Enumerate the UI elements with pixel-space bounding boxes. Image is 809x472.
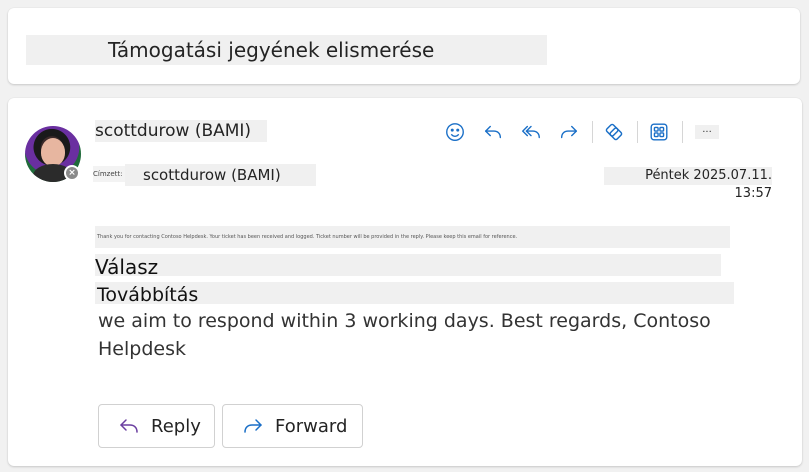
toolbar-divider [682,121,683,143]
apps-button[interactable] [644,118,674,146]
forward-heading: Továbbítás [95,282,734,306]
reply-button-label: Reply [151,415,201,437]
forward-icon [560,125,578,139]
to-label: Címzett: [93,166,125,182]
subject-card: Támogatási jegyének elismerése [8,8,800,84]
avatar-face [41,138,65,166]
message-date: Péntek 2025.07.11. 13:57 [604,167,772,201]
reply-button[interactable]: Reply [98,404,215,448]
reply-toolbar-button[interactable] [478,118,508,146]
recipient-name[interactable]: scottdurow (BAMI) [125,164,316,186]
reply-all-button[interactable] [516,118,546,146]
preheader-text: Thank you for contacting Contoso Helpdes… [97,234,518,240]
toolbar-divider [637,121,638,143]
toolbar-divider [592,121,593,143]
message-subject: Támogatási jegyének elismerése [26,35,547,65]
loop-button[interactable] [599,118,629,146]
emoji-reaction-button[interactable] [440,118,470,146]
reply-icon [120,419,138,433]
reply-all-icon [522,125,540,139]
message-card: × scottdurow (BAMI) ... Címzett: scottdu… [8,98,802,466]
forward-toolbar-button[interactable] [554,118,584,146]
sender-name[interactable]: scottdurow (BAMI) [95,120,267,142]
more-actions-button[interactable]: ... [695,125,719,139]
message-body: we aim to respond within 3 working days.… [98,310,711,360]
forward-icon [244,419,262,433]
sticker-icon [605,123,623,141]
reply-icon [484,125,502,139]
forward-button-label: Forward [275,415,348,437]
offline-icon: × [66,167,78,179]
message-toolbar: ... [440,118,719,146]
apps-icon [650,123,668,141]
presence-status-icon: × [64,165,80,181]
forward-button[interactable]: Forward [222,404,363,448]
reply-heading: Válasz [95,254,721,279]
emoji-icon [446,123,464,141]
message-preheader: Thank you for contacting Contoso Helpdes… [95,226,730,248]
